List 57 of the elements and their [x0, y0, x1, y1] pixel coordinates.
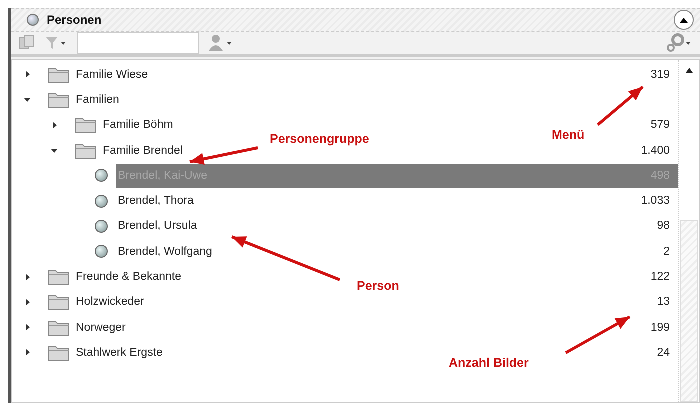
item-count: 24: [657, 346, 670, 359]
person-dot-icon: [95, 245, 108, 258]
expand-arrow-icon[interactable]: [24, 71, 31, 78]
up-arrow-icon[interactable]: [680, 18, 688, 22]
expand-arrow-icon[interactable]: [24, 324, 31, 332]
expand-arrow-icon[interactable]: [24, 274, 31, 281]
expand-arrow-icon[interactable]: [51, 122, 58, 129]
filter-icon[interactable]: [45, 35, 67, 51]
item-count: 199: [650, 322, 670, 334]
search-field[interactable]: [77, 32, 199, 54]
item-count: 122: [650, 271, 670, 284]
collapse-arrow-icon[interactable]: [51, 147, 58, 154]
item-count: 98: [657, 220, 670, 232]
tree-item[interactable]: Stahlwerk Ergste: [76, 346, 163, 359]
tree-item[interactable]: Brendel, Thora: [118, 195, 194, 208]
scrollbar[interactable]: [678, 60, 699, 402]
tree-item[interactable]: Familie Böhm: [103, 119, 174, 132]
annotation-arrow: [565, 316, 631, 354]
annotation-label: Personengruppe: [270, 132, 370, 146]
annotation-arrow: [190, 146, 258, 166]
annotation-label: Anzahl Bilder: [449, 356, 529, 370]
expand-arrow-icon[interactable]: [24, 298, 31, 306]
item-count: 2: [664, 246, 670, 258]
folder-icon: [48, 268, 70, 286]
item-count: 579: [650, 119, 670, 132]
folder-icon: [48, 66, 70, 84]
person-dot-icon: [95, 220, 108, 233]
collapse-arrow-icon[interactable]: [24, 96, 31, 104]
panel-title: Personen: [47, 13, 103, 27]
tree-item[interactable]: Brendel, Ursula: [118, 220, 198, 232]
tree-item[interactable]: Holzwickeder: [76, 296, 144, 308]
expand-arrow-icon[interactable]: [24, 349, 31, 356]
scroll-up-icon[interactable]: [686, 68, 692, 73]
annotation-label: Person: [357, 279, 400, 293]
item-count: 319: [650, 68, 670, 81]
item-count: 1.033: [641, 195, 670, 208]
item-count: 1.400: [641, 144, 670, 157]
tree-item[interactable]: Brendel, Wolfgang: [118, 246, 212, 258]
scrollbar-thumb[interactable]: [680, 220, 698, 402]
item-count: 13: [657, 296, 670, 308]
folder-icon: [75, 116, 97, 134]
tree-item[interactable]: Familien: [76, 94, 120, 106]
folder-icon: [48, 344, 70, 362]
folder-icon: [48, 90, 70, 109]
tree-item[interactable]: Freunde & Bekannte: [76, 271, 182, 284]
tree-item[interactable]: Familie Brendel: [103, 144, 183, 157]
folder-icon: [48, 318, 70, 337]
annotation-label: Menü: [552, 128, 585, 142]
status-dot-icon: [27, 14, 39, 26]
annotation-arrow: [597, 86, 644, 126]
person-dot-icon: [95, 194, 108, 208]
folder-icon: [48, 293, 70, 312]
tree-item[interactable]: Norweger: [76, 322, 126, 334]
collapse-button[interactable]: [674, 10, 694, 30]
tree-item[interactable]: Familie Wiese: [76, 68, 148, 81]
person-dot-icon: [95, 169, 108, 182]
folder-icon: [75, 142, 97, 160]
